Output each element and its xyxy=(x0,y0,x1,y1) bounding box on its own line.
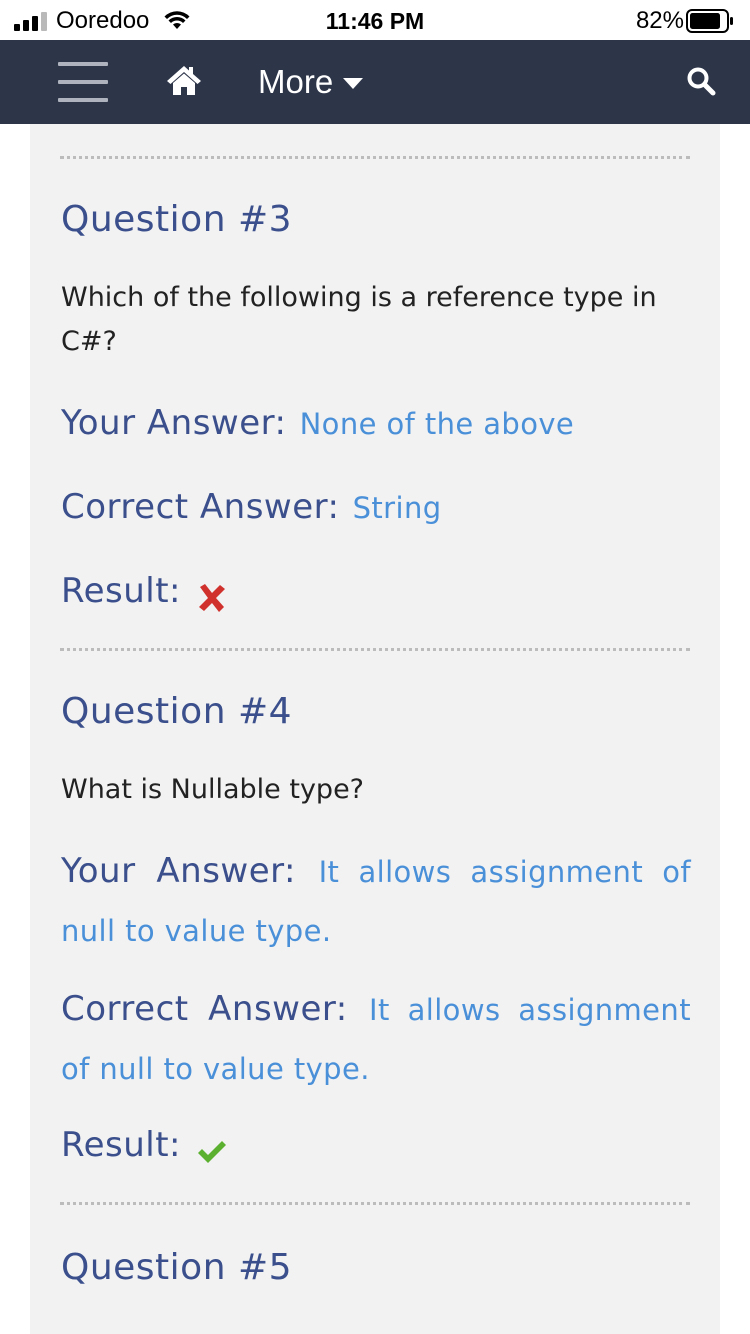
question-5-title: Question #5 xyxy=(61,1247,293,1288)
cross-icon xyxy=(199,583,226,612)
correct-answer-label: Correct Answer: xyxy=(61,989,348,1029)
your-answer-label: Your Answer: xyxy=(61,403,287,443)
correct-answer-label: Correct Answer: xyxy=(61,487,340,527)
more-dropdown-button[interactable]: More xyxy=(258,60,364,104)
correct-answer-value: String xyxy=(352,491,442,525)
question-4-correct-answer: Correct Answer: It allows assignment of … xyxy=(61,982,691,1101)
top-navbar: More xyxy=(0,40,750,124)
question-3-your-answer: Your Answer: None of the above xyxy=(61,396,691,456)
quiz-results-panel: Question #3 Which of the following is a … xyxy=(30,124,720,1334)
checkmark-icon xyxy=(198,1140,227,1163)
question-3-text: Which of the following is a reference ty… xyxy=(61,282,657,357)
more-label: More xyxy=(258,63,334,100)
question-divider xyxy=(60,648,690,651)
hamburger-menu-icon[interactable] xyxy=(58,58,110,106)
result-label: Result: xyxy=(61,1125,182,1165)
home-icon[interactable] xyxy=(166,64,202,96)
status-bar: Ooredoo 11:46 PM 82% xyxy=(0,0,750,40)
battery-percentage: 82% xyxy=(635,7,684,34)
question-4-result: Result: xyxy=(61,1118,691,1178)
result-label: Result: xyxy=(61,571,182,611)
search-icon[interactable] xyxy=(686,66,716,96)
question-4-title: Question #4 xyxy=(61,691,293,732)
your-answer-value: None of the above xyxy=(299,407,575,441)
question-divider xyxy=(60,1202,690,1205)
question-4-your-answer: Your Answer: It allows assignment of nul… xyxy=(61,844,691,963)
your-answer-label: Your Answer: xyxy=(61,851,296,891)
question-4-text: What is Nullable type? xyxy=(61,774,365,805)
question-3-title: Question #3 xyxy=(61,199,293,240)
caret-down-icon xyxy=(343,77,364,89)
question-3-result: Result: xyxy=(61,564,691,624)
question-divider xyxy=(60,156,690,159)
question-3-correct-answer: Correct Answer: String xyxy=(61,480,691,540)
battery-icon xyxy=(686,9,733,33)
